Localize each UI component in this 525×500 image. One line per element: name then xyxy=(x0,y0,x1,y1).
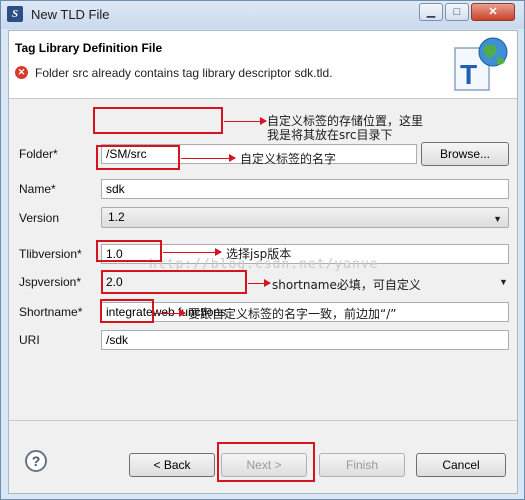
jsp-arrow xyxy=(163,248,222,256)
close-button[interactable]: ✕ xyxy=(471,3,515,21)
version-value: 1.2 xyxy=(108,210,125,224)
uri-note: 要跟自定义标签的名字一致，前边加“/” xyxy=(188,307,397,321)
folder-note-line2: 我是将其放在src目录下 xyxy=(267,128,393,142)
help-icon[interactable]: ? xyxy=(25,450,47,472)
jspversion-label: Jspversion* xyxy=(19,275,82,289)
jsp-chevron-down-icon: ▼ xyxy=(499,277,508,287)
shortname-arrow xyxy=(248,279,271,287)
error-icon: ✕ xyxy=(15,66,28,79)
uri-input[interactable]: /sdk xyxy=(101,330,509,350)
window-title: New TLD File xyxy=(31,7,110,22)
version-label: Version xyxy=(19,211,60,225)
uri-label: URI xyxy=(19,333,40,347)
svg-text:T: T xyxy=(460,59,477,90)
shortname-label: Shortname* xyxy=(19,305,83,319)
shortname-note: shortname必填，可自定义 xyxy=(272,278,421,292)
finish-button[interactable]: Finish xyxy=(319,453,405,477)
name-arrow xyxy=(181,154,236,162)
chevron-down-icon: ▼ xyxy=(493,214,502,224)
name-highlight xyxy=(96,145,180,170)
name-label: Name* xyxy=(19,182,56,196)
tld-globe-icon: T xyxy=(454,37,508,91)
dialog-body: Tag Library Definition File ✕ Folder src… xyxy=(8,30,518,494)
folder-arrow xyxy=(224,117,267,125)
eclipse-icon: S xyxy=(7,6,23,22)
maximize-button[interactable]: □ xyxy=(445,3,469,21)
jsp-highlight xyxy=(96,240,162,262)
version-select[interactable]: 1.2 ▼ xyxy=(101,207,509,228)
minimize-button[interactable]: ▁ xyxy=(419,3,443,21)
cancel-button[interactable]: Cancel xyxy=(416,453,506,477)
wizard-header: Tag Library Definition File ✕ Folder src… xyxy=(9,31,517,99)
footer-divider xyxy=(9,420,517,421)
uri-arrow xyxy=(155,309,186,317)
browse-button[interactable]: Browse... xyxy=(421,142,509,166)
jsp-note: 选择jsp版本 xyxy=(226,247,292,261)
next-highlight xyxy=(217,442,315,482)
name-note: 自定义标签的名字 xyxy=(240,152,337,166)
shortname-highlight xyxy=(101,270,247,294)
title-bar[interactable]: S New TLD File ▁ □ ✕ xyxy=(1,1,524,29)
tlibversion-label: Tlibversion* xyxy=(19,247,82,261)
back-button[interactable]: < Back xyxy=(129,453,215,477)
folder-label: Folder* xyxy=(19,147,58,161)
name-input[interactable]: sdk xyxy=(101,179,509,199)
error-message: Folder src already contains tag library … xyxy=(35,66,333,80)
uri-highlight xyxy=(100,299,154,323)
page-title: Tag Library Definition File xyxy=(15,41,163,55)
folder-highlight xyxy=(93,107,223,134)
